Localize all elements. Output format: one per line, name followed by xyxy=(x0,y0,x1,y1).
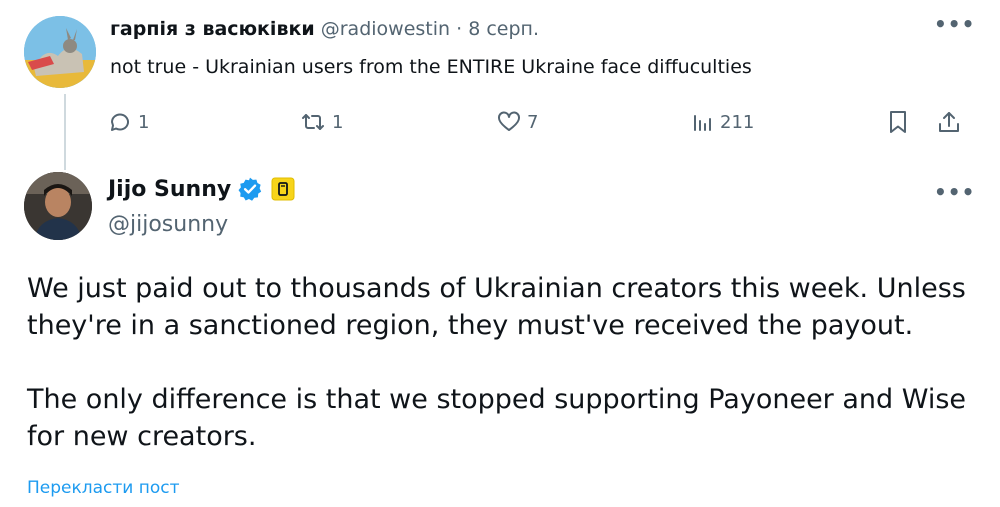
author-name-row: Jijo Sunny xyxy=(108,176,295,202)
tweet-paragraph: We just paid out to thousands of Ukraini… xyxy=(27,273,966,341)
repost-count: 1 xyxy=(332,111,344,133)
like-button[interactable]: 7 xyxy=(497,110,538,134)
reply-icon xyxy=(111,113,129,131)
tweet-date[interactable]: 8 серп. xyxy=(468,18,539,40)
like-icon xyxy=(498,111,520,131)
tweet-paragraph: The only difference is that we stopped s… xyxy=(27,384,967,452)
reply-button[interactable]: 1 xyxy=(108,110,149,134)
avatar[interactable] xyxy=(24,16,96,88)
thread-connector-line xyxy=(64,94,66,170)
affiliate-badge-icon[interactable] xyxy=(271,177,295,201)
author-name[interactable]: Jijo Sunny xyxy=(108,177,231,202)
author-name[interactable]: гарпія з васюківки xyxy=(110,18,315,40)
verified-icon xyxy=(238,177,262,201)
tweet-body: We just paid out to thousands of Ukraini… xyxy=(27,270,977,455)
reply-count: 1 xyxy=(138,111,150,133)
translate-post-link[interactable]: Перекласти пост xyxy=(27,478,180,498)
views-count: 211 xyxy=(720,111,755,133)
bookmark-button[interactable] xyxy=(886,109,910,135)
views-icon xyxy=(694,115,711,131)
separator-dot: · xyxy=(456,18,463,40)
tweet-text: not true - Ukrainian users from the ENTI… xyxy=(110,56,752,78)
author-handle[interactable]: @radiowestin xyxy=(321,18,450,40)
repost-icon xyxy=(302,114,324,130)
more-icon[interactable]: ••• xyxy=(934,12,975,36)
views-button[interactable]: 211 xyxy=(692,110,754,134)
more-icon[interactable]: ••• xyxy=(934,180,975,204)
share-button[interactable] xyxy=(936,109,962,135)
repost-button[interactable]: 1 xyxy=(300,110,343,134)
author-handle[interactable]: @jijosunny xyxy=(108,212,228,237)
bookmark-icon xyxy=(890,111,906,133)
reply-tweet-header: гарпія з васюківки @radiowestin · 8 серп… xyxy=(110,18,539,40)
like-count: 7 xyxy=(527,111,539,133)
avatar[interactable] xyxy=(24,172,92,240)
share-icon xyxy=(939,112,959,132)
